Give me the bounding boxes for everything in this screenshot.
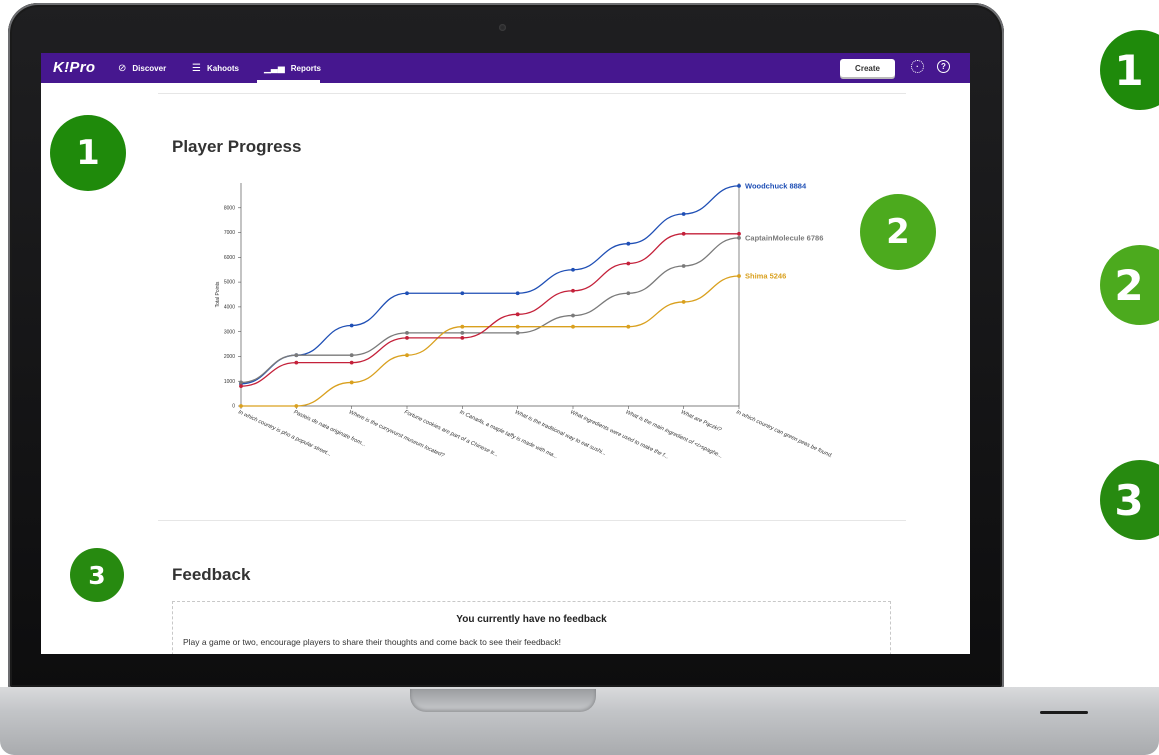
data-point — [349, 360, 354, 365]
y-tick-label: 0 — [232, 404, 235, 410]
data-point — [405, 353, 409, 358]
data-point — [626, 241, 631, 246]
data-point — [626, 261, 631, 266]
laptop-indicator — [1040, 711, 1088, 714]
data-point — [515, 291, 520, 296]
side-step-badge-3: 3 — [1100, 460, 1159, 540]
data-point — [239, 404, 243, 408]
feedback-title: Feedback — [172, 565, 251, 584]
side-step-badge-1: 1 — [1100, 30, 1159, 110]
data-point — [571, 324, 575, 329]
data-point — [294, 353, 299, 358]
x-tick-label: Fortune cookies are part of a Chinese tr… — [403, 409, 499, 458]
data-point — [460, 331, 465, 335]
data-point — [515, 324, 520, 329]
x-tick-label: What ingredients were used to make the f… — [569, 409, 669, 460]
data-point — [460, 291, 465, 296]
y-tick-label: 7000 — [224, 230, 235, 236]
data-point — [349, 380, 354, 385]
side-step-badge-2: 2 — [1100, 245, 1159, 325]
y-tick-label: 8000 — [224, 205, 235, 211]
y-tick-label: 3000 — [224, 329, 235, 335]
data-point — [571, 313, 575, 318]
x-tick-label: What is the main ingredient of <i>spaghe… — [624, 409, 723, 459]
y-tick-label: 4000 — [224, 304, 235, 310]
x-tick-label: In which country is pho a popular street… — [237, 409, 332, 458]
feedback-empty-heading: You currently have no feedback — [456, 614, 607, 625]
data-point — [294, 404, 299, 408]
x-tick-label: What is the traditional way to eat sushi… — [514, 409, 607, 457]
y-axis-label: Total Points — [215, 281, 221, 307]
data-point — [681, 300, 686, 304]
feedback-panel: You currently have no feedback Play a ga… — [172, 601, 891, 654]
data-point — [294, 360, 299, 365]
data-point — [460, 324, 465, 329]
series-end-label: CaptainMolecule 6786 — [745, 233, 823, 242]
data-point — [405, 331, 409, 335]
data-point — [405, 291, 409, 296]
series-line-Woodchuck — [240, 185, 740, 385]
data-point — [349, 353, 354, 358]
camera-icon — [499, 24, 506, 31]
series-end-label: Shima 5246 — [745, 272, 786, 281]
feedback-empty-text: Play a game or two, encourage players to… — [183, 637, 561, 647]
x-tick-label: What are Pączki? — [680, 409, 723, 433]
data-point — [681, 212, 686, 216]
y-tick-label: 1000 — [224, 379, 235, 385]
data-point — [515, 312, 520, 317]
data-point — [239, 380, 243, 385]
data-point — [681, 264, 686, 268]
data-point — [737, 183, 741, 188]
data-point — [681, 231, 686, 236]
data-point — [571, 267, 575, 272]
y-tick-label: 6000 — [224, 255, 235, 261]
y-tick-label: 2000 — [224, 354, 235, 360]
data-point — [737, 235, 741, 240]
step-badge-3: 3 — [70, 548, 124, 602]
divider-middle — [158, 520, 906, 521]
data-point — [405, 335, 409, 340]
data-point — [737, 231, 741, 236]
data-point — [515, 331, 520, 335]
data-point — [626, 291, 631, 296]
x-tick-label: In Canada, a maple taffy is made with ma… — [458, 409, 558, 460]
data-point — [349, 323, 354, 328]
data-point — [626, 324, 631, 329]
series-line-CaptainMolecule — [240, 237, 740, 384]
app-screen: K!Pro ⊘ Discover ☰ Kahoots ▁▃▅ Reports C… — [41, 53, 970, 654]
series-line-unnamed — [240, 233, 739, 387]
series-end-label: Woodchuck 8884 — [745, 181, 807, 190]
data-point — [460, 335, 465, 340]
laptop-notch — [410, 689, 596, 712]
series-line-Shima — [241, 275, 740, 407]
data-point — [239, 384, 243, 389]
x-tick-label: In which country can green peas be found… — [735, 409, 833, 459]
y-tick-label: 5000 — [224, 280, 235, 286]
data-point — [571, 288, 575, 293]
x-tick-label: Where is the currywurst museum located? — [348, 409, 446, 459]
data-point — [737, 274, 741, 278]
player-progress-chart: 0 1000 2000 3000 4000 5000 6000 7000 8000 Total P… — [215, 181, 833, 460]
